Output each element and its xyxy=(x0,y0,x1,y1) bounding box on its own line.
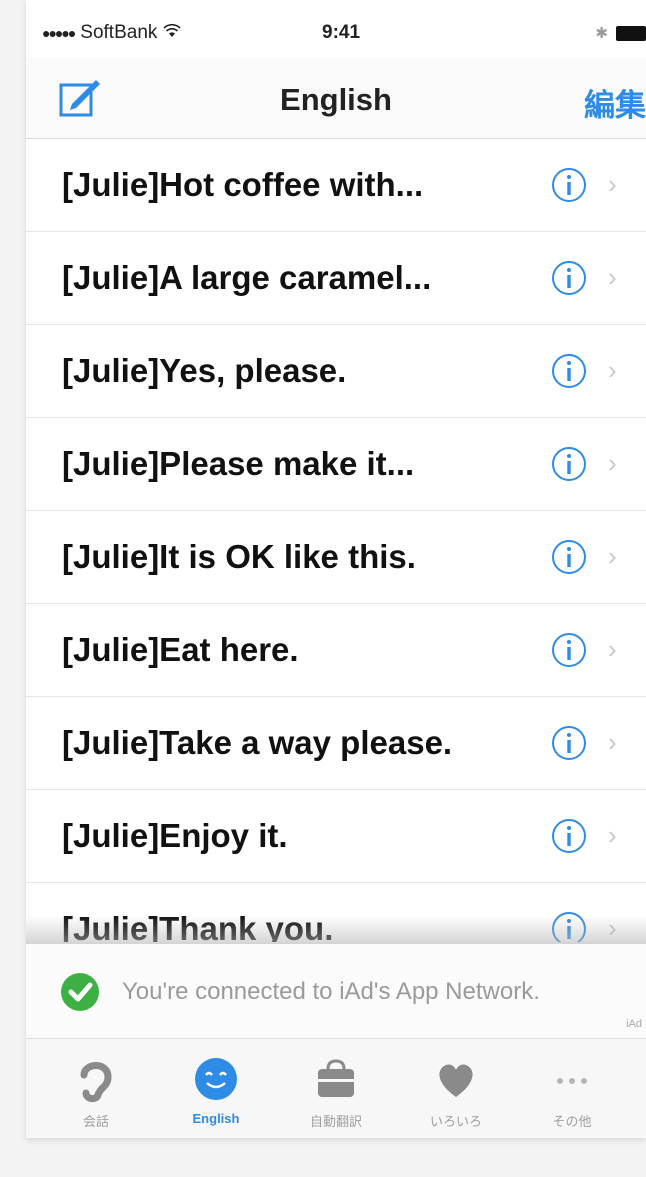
info-icon[interactable] xyxy=(550,817,588,855)
chevron-right-icon: › xyxy=(608,634,617,664)
list-item[interactable]: [Julie]It is OK like this. › xyxy=(26,511,646,604)
list-item-label: [Julie]Please make it... xyxy=(62,445,415,482)
ear-icon xyxy=(80,1062,112,1103)
list-item[interactable]: [Julie]A large caramel... › xyxy=(26,232,646,325)
carrier-name: SoftBank xyxy=(80,22,158,43)
signal-strength-icon: ●●●●● xyxy=(42,25,76,41)
list-item-label: [Julie]Enjoy it. xyxy=(62,817,288,854)
checkmark-icon xyxy=(61,973,99,1011)
tab-label: いろいろ xyxy=(429,1114,482,1129)
edit-button[interactable]: 編集 xyxy=(584,80,646,125)
page-title: English xyxy=(280,82,392,117)
phone-screen: ●●●●● SoftBank 9:41 ✱ English 編集 [Julie]… xyxy=(26,0,646,1138)
phrase-list: [Julie]Hot coffee with... › [Julie]A lar… xyxy=(26,139,646,942)
info-icon[interactable] xyxy=(550,166,588,204)
tab-conversation[interactable]: 会話 xyxy=(34,1049,158,1138)
tab-label: 自動翻訳 xyxy=(309,1114,362,1129)
list-item-label: [Julie]It is OK like this. xyxy=(62,538,416,575)
ad-marker: iAd xyxy=(626,1018,642,1030)
battery-area: ✱ xyxy=(595,24,646,42)
info-icon[interactable] xyxy=(550,724,588,762)
tab-various[interactable]: いろいろ xyxy=(394,1049,518,1138)
more-icon xyxy=(557,1078,587,1084)
bag-icon xyxy=(318,1059,354,1097)
tab-label: English xyxy=(192,1111,240,1126)
tab-more[interactable]: その他 xyxy=(510,1049,634,1138)
tab-auto-translate[interactable]: 自動翻訳 xyxy=(274,1049,398,1138)
chevron-right-icon: › xyxy=(608,262,617,292)
info-icon[interactable] xyxy=(550,445,588,483)
heart-icon xyxy=(439,1064,473,1097)
tab-bar: 会話 English 自動翻訳 いろいろ その他 xyxy=(26,1038,646,1138)
list-item[interactable]: [Julie]Enjoy it. › xyxy=(26,790,646,883)
chevron-right-icon: › xyxy=(608,820,617,850)
tab-label: その他 xyxy=(552,1114,592,1129)
chevron-right-icon: › xyxy=(608,448,617,478)
info-icon[interactable] xyxy=(550,259,588,297)
list-item[interactable]: [Julie]Hot coffee with... › xyxy=(26,139,646,232)
info-icon[interactable] xyxy=(550,631,588,669)
list-item-label: [Julie]Eat here. xyxy=(62,631,299,668)
bluetooth-icon: ✱ xyxy=(595,25,608,42)
carrier-area: ●●●●● SoftBank xyxy=(42,22,181,44)
chevron-right-icon: › xyxy=(608,727,617,757)
ad-banner[interactable]: You're connected to iAd's App Network. i… xyxy=(26,943,646,1039)
list-item-label: [Julie]Hot coffee with... xyxy=(62,166,424,203)
list-item[interactable]: [Julie]Please make it... › xyxy=(26,418,646,511)
wifi-icon xyxy=(163,23,181,43)
info-icon[interactable] xyxy=(550,538,588,576)
clock-time: 9:41 xyxy=(322,22,361,43)
chevron-right-icon: › xyxy=(608,541,617,571)
list-item[interactable]: [Julie]Take a way please. › xyxy=(26,697,646,790)
info-icon[interactable] xyxy=(550,352,588,390)
battery-icon xyxy=(616,25,646,41)
list-item-label: [Julie]Yes, please. xyxy=(62,352,347,389)
navigation-bar: English 編集 xyxy=(26,58,646,139)
tab-english[interactable]: English xyxy=(154,1049,278,1138)
chevron-right-icon: › xyxy=(608,169,617,199)
tab-label: 会話 xyxy=(82,1114,109,1129)
ad-text: You're connected to iAd's App Network. xyxy=(122,978,540,1005)
list-item-label: [Julie]Take a way please. xyxy=(62,724,453,761)
list-item[interactable]: [Julie]Yes, please. › xyxy=(26,325,646,418)
list-fade-overlay xyxy=(26,915,646,943)
list-item[interactable]: [Julie]Eat here. › xyxy=(26,604,646,697)
smiley-icon xyxy=(195,1058,237,1100)
list-item-label: [Julie]A large caramel... xyxy=(62,259,432,296)
status-bar: ●●●●● SoftBank 9:41 ✱ xyxy=(26,0,646,58)
chevron-right-icon: › xyxy=(608,355,617,385)
